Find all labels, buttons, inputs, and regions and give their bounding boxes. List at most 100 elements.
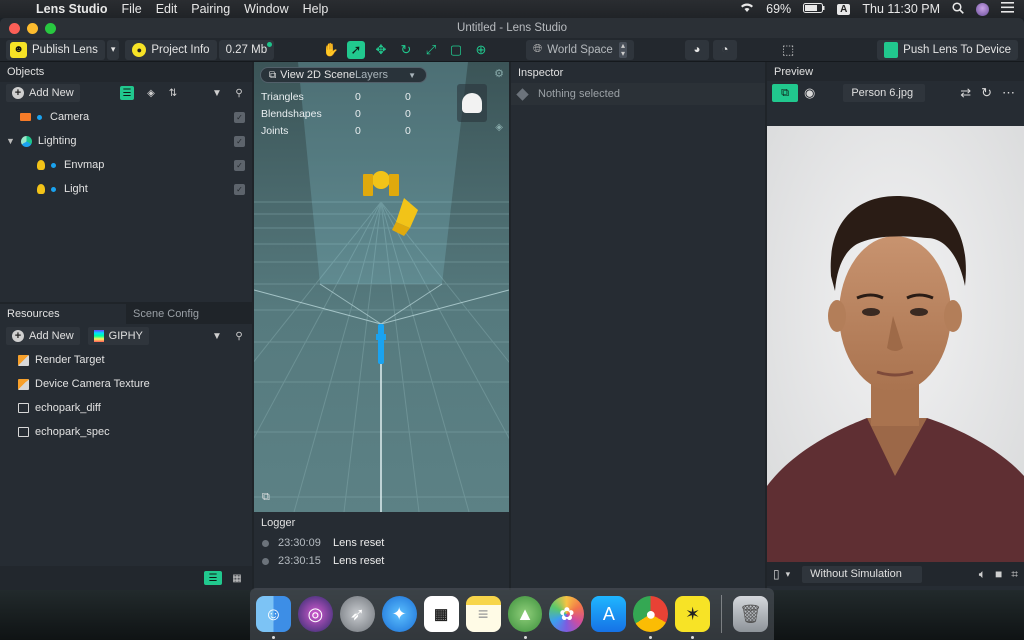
visibility-checkbox[interactable]: ✓ xyxy=(234,111,245,123)
layers-icon[interactable]: ◈ xyxy=(144,86,158,100)
object-cube-icon xyxy=(516,87,529,101)
zoom-window-button[interactable] xyxy=(45,22,56,34)
launchpad-icon[interactable]: ➶ xyxy=(339,596,375,632)
menu-edit[interactable]: Edit xyxy=(156,2,178,16)
chevron-down-icon[interactable]: ▾ xyxy=(786,569,791,580)
menubar-clock[interactable]: Thu 11:30 PM xyxy=(862,2,940,16)
log-entry[interactable]: 23:30:15 Lens reset xyxy=(254,552,509,570)
more-options-icon[interactable]: ⋯ xyxy=(1002,85,1015,101)
rotate-tool-icon[interactable]: ↻ xyxy=(397,41,415,59)
pointer-select-icon[interactable]: ⬚ xyxy=(782,42,794,58)
select-tool-icon[interactable]: ➚ xyxy=(347,40,365,59)
push-lens-button[interactable]: Push Lens To Device xyxy=(877,39,1018,60)
simulation-select[interactable]: Without Simulation xyxy=(802,565,923,583)
tab-scene-config[interactable]: Scene Config xyxy=(126,304,252,324)
log-entry[interactable]: 23:30:09 Lens reset xyxy=(254,534,509,552)
resource-item-echopark-diff[interactable]: echopark_diff xyxy=(0,396,252,420)
rect-tool-icon[interactable]: ▢ xyxy=(447,41,465,59)
reset-camera-button[interactable]: ◕ xyxy=(685,39,709,60)
visibility-checkbox[interactable]: ✓ xyxy=(234,183,245,195)
swap-camera-icon[interactable]: ⇄ xyxy=(960,85,971,101)
coordinate-space-select[interactable]: 🌐︎ World Space ▴ ▾ xyxy=(526,39,634,60)
project-info-button[interactable]: ● Project Info xyxy=(125,39,217,60)
list-view-icon[interactable]: ☰ xyxy=(120,86,134,100)
viewport-settings-icon[interactable]: ⚙ xyxy=(494,67,504,80)
lens-studio-icon[interactable]: ✶ xyxy=(675,596,711,639)
publish-dropdown-button[interactable]: ▾ xyxy=(106,39,120,60)
scale-tool-icon[interactable]: ⤢ xyxy=(422,41,440,59)
siri-icon[interactable] xyxy=(976,2,989,16)
tree-item-light[interactable]: Light ✓ xyxy=(0,177,252,201)
preview-image[interactable] xyxy=(767,126,1024,578)
calendar-icon[interactable]: ▦ xyxy=(423,596,459,632)
finder-icon[interactable]: ☺ xyxy=(256,596,291,639)
tab-resources[interactable]: Resources xyxy=(0,304,126,324)
safari-icon[interactable]: ✦ xyxy=(381,596,417,632)
reset-preview-icon[interactable]: ↻ xyxy=(981,85,992,101)
tree-item-camera[interactable]: Camera ✓ xyxy=(0,105,252,129)
resource-item-render-target[interactable]: Render Target xyxy=(0,348,252,372)
speaker-icon[interactable]: 🔈︎ xyxy=(979,567,986,582)
webcam-icon[interactable]: ◉ xyxy=(804,85,815,101)
image-icon xyxy=(18,427,29,437)
tree-item-envmap[interactable]: Envmap ✓ xyxy=(0,153,252,177)
objects-panel: Objects + Add New ☰ ◈ ⇅ ▼ ⚲ Camera ✓ ▼ L… xyxy=(0,62,252,302)
menu-window[interactable]: Window xyxy=(244,2,288,16)
wifi-icon[interactable] xyxy=(740,2,754,16)
menu-help[interactable]: Help xyxy=(303,2,329,16)
grid-view-icon[interactable]: ▦ xyxy=(230,571,244,585)
menu-pairing[interactable]: Pairing xyxy=(191,2,230,16)
search-icon[interactable]: ⚲ xyxy=(232,86,246,100)
visibility-checkbox[interactable]: ✓ xyxy=(234,135,245,147)
spotlight-search-icon[interactable] xyxy=(952,1,964,17)
search-icon[interactable]: ⚲ xyxy=(232,329,246,343)
app-store-icon[interactable]: A xyxy=(591,596,627,632)
device-frame-icon[interactable]: ▯ xyxy=(773,567,780,581)
chrome-icon[interactable]: ● xyxy=(633,596,669,639)
battery-icon[interactable] xyxy=(803,2,825,16)
tree-item-lighting[interactable]: ▼ Lighting ✓ xyxy=(0,129,252,153)
layers-dropdown-label[interactable]: Layers xyxy=(355,69,388,81)
visibility-checkbox[interactable]: ✓ xyxy=(234,159,245,171)
input-source-badge[interactable]: A xyxy=(837,3,851,15)
inspector-title: Inspector xyxy=(511,62,765,83)
siri-icon[interactable]: ◎ xyxy=(297,596,333,632)
publish-lens-button[interactable]: ☻ Publish Lens xyxy=(6,39,105,60)
frame-camera-button[interactable]: ◔ xyxy=(713,39,737,60)
sort-icon[interactable]: ⇅ xyxy=(166,86,180,100)
objects-add-new-button[interactable]: + Add New xyxy=(6,84,80,102)
battery-percent[interactable]: 69% xyxy=(766,2,791,16)
snapchat-preview-button[interactable] xyxy=(457,84,487,122)
scene-viewport[interactable]: ⧉ View 2D Scene Layers ▼ ⚙ Triangles 0 0… xyxy=(254,62,509,512)
resource-item-echopark-spec[interactable]: echopark_spec xyxy=(0,420,252,444)
giphy-button[interactable]: GIPHY xyxy=(87,327,149,345)
viewport-layers-toggle-icon[interactable]: ◈ xyxy=(495,122,503,133)
viewport-frame-icon[interactable]: ⧉ xyxy=(262,491,270,504)
android-studio-icon[interactable]: ▲ xyxy=(507,596,543,639)
filter-icon[interactable]: ▼ xyxy=(210,329,224,343)
crop-icon[interactable]: ⌗ xyxy=(1011,567,1018,582)
expand-arrow-icon[interactable]: ▼ xyxy=(6,136,15,146)
lens-size-indicator[interactable]: 0.27 Mb xyxy=(218,39,275,60)
minimize-window-button[interactable] xyxy=(27,22,38,34)
notes-icon[interactable]: ≡ xyxy=(465,596,501,632)
notification-center-icon[interactable] xyxy=(1001,2,1014,16)
resources-add-new-button[interactable]: + Add New xyxy=(6,327,80,345)
image-source-icon[interactable]: ⧉ xyxy=(772,84,798,102)
close-window-button[interactable] xyxy=(9,22,20,34)
filter-icon[interactable]: ▼ xyxy=(210,86,224,100)
menubar-app-name[interactable]: Lens Studio xyxy=(36,2,108,16)
menu-file[interactable]: File xyxy=(122,2,142,16)
preview-image-select[interactable]: Person 6.jpg xyxy=(843,84,926,102)
snapchat-ghost-icon: ☻ xyxy=(10,41,27,58)
list-view-icon[interactable]: ☰ xyxy=(204,571,222,585)
resource-item-device-camera-texture[interactable]: Device Camera Texture xyxy=(0,372,252,396)
view-2d-scene-button[interactable]: ⧉ View 2D Scene Layers ▼ xyxy=(260,67,427,83)
hand-tool-icon[interactable]: ✋ xyxy=(322,41,340,59)
video-camera-icon[interactable]: ■ xyxy=(995,567,1002,582)
photos-icon[interactable]: ✿ xyxy=(549,596,585,632)
move-tool-icon[interactable]: ✥ xyxy=(372,41,390,59)
trash-icon[interactable]: 🗑︎ xyxy=(733,596,769,632)
title-bar[interactable]: Untitled - Lens Studio xyxy=(0,18,1024,38)
pivot-tool-icon[interactable]: ⊕ xyxy=(472,41,490,59)
